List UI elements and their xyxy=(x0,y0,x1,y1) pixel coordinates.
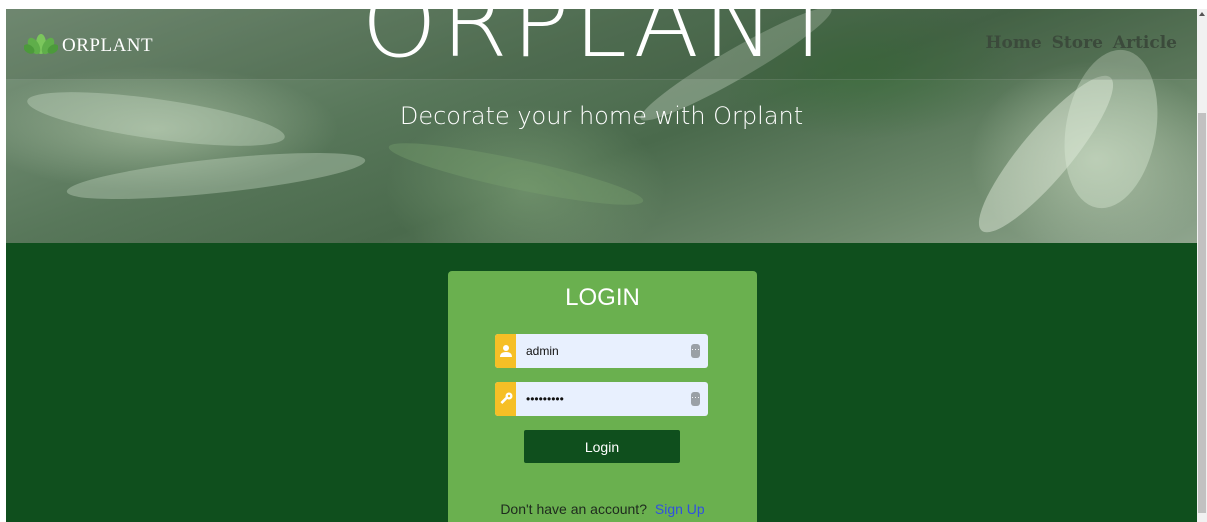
nav-link-store[interactable]: Store xyxy=(1052,33,1103,53)
password-manager-icon[interactable]: ··· xyxy=(691,344,700,358)
signup-line: Don't have an account? Sign Up xyxy=(448,501,757,517)
page-viewport: ORPLANT ORPLANT Home Store Article Decor… xyxy=(6,9,1197,522)
scrollbar-thumb[interactable] xyxy=(1198,113,1206,513)
password-field: ··· xyxy=(495,382,708,416)
signup-link[interactable]: Sign Up xyxy=(655,501,705,517)
username-field: ··· xyxy=(495,334,708,368)
username-input[interactable] xyxy=(516,334,691,368)
login-card: LOGIN ··· ··· Login xyxy=(448,271,757,522)
hero-tagline: Decorate your home with Orplant xyxy=(399,102,804,130)
signup-prompt: Don't have an account? xyxy=(500,501,647,517)
login-title: LOGIN xyxy=(565,284,640,311)
user-icon xyxy=(495,334,516,368)
password-manager-icon[interactable]: ··· xyxy=(691,392,700,406)
scroll-up-arrow-icon[interactable] xyxy=(1199,12,1205,16)
nav-link-home[interactable]: Home xyxy=(985,33,1041,53)
key-icon xyxy=(495,382,516,416)
password-input[interactable] xyxy=(516,382,691,416)
vertical-scrollbar[interactable] xyxy=(1197,9,1207,522)
login-button[interactable]: Login xyxy=(524,430,680,463)
main-nav: Home Store Article xyxy=(985,33,1177,53)
nav-link-article[interactable]: Article xyxy=(1113,33,1177,53)
hero-banner: ORPLANT ORPLANT Home Store Article Decor… xyxy=(6,9,1197,243)
